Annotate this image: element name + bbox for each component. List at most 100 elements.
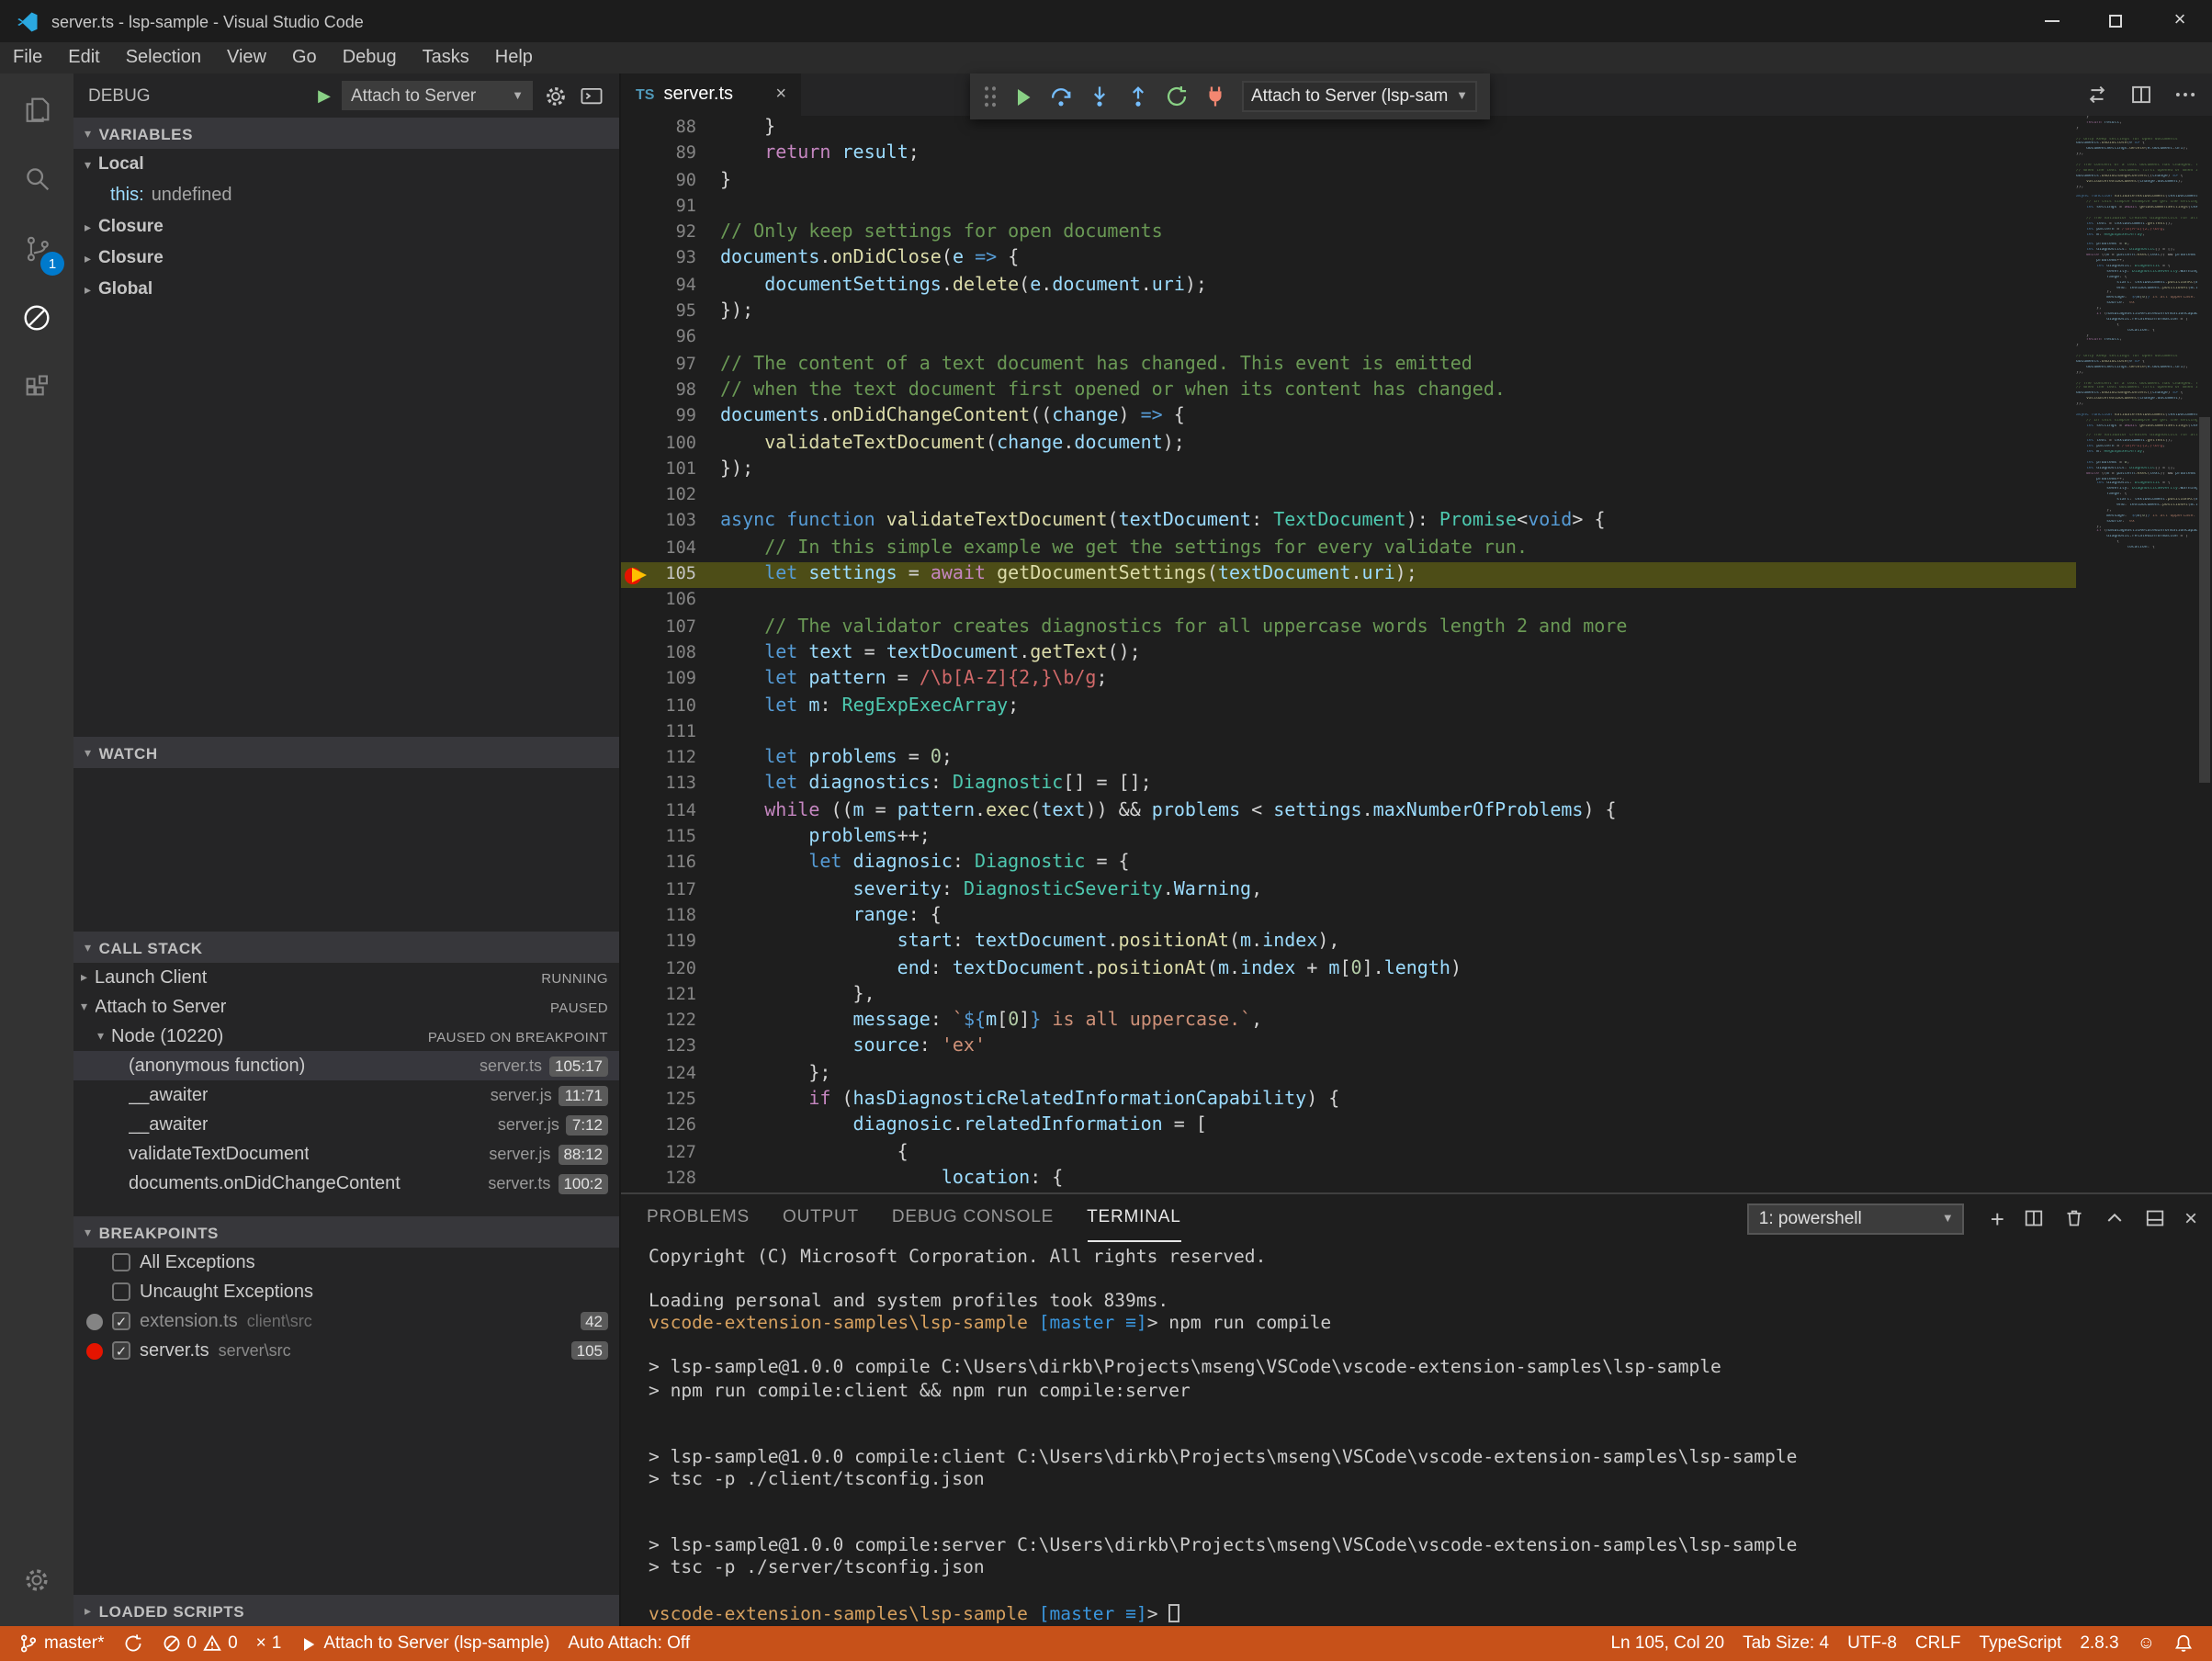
variable-scope-row[interactable]: ▸ Global — [73, 274, 619, 305]
debug-settings-gear-icon[interactable] — [544, 84, 568, 107]
breakpoint-checkbox[interactable] — [112, 1282, 130, 1301]
sync-status[interactable] — [113, 1626, 152, 1661]
code-line[interactable]: 107 // The validator creates diagnostics… — [621, 615, 2076, 641]
breakpoint-checkbox[interactable]: ✓ — [112, 1341, 130, 1360]
code-line[interactable]: 104 // In this simple example we get the… — [621, 537, 2076, 563]
scrollbar-thumb[interactable] — [2199, 417, 2210, 784]
extensions-icon[interactable] — [0, 353, 73, 423]
maximize-panel-icon[interactable] — [2104, 1207, 2126, 1229]
code-line[interactable]: 110 let m: RegExpExecArray; — [621, 694, 2076, 720]
panel-tab-terminal[interactable]: TERMINAL — [1087, 1194, 1181, 1242]
code-line[interactable]: 121 }, — [621, 983, 2076, 1010]
breakpoint-row[interactable]: ✓ server.ts server\src 105 — [73, 1336, 619, 1365]
more-actions-icon[interactable] — [2173, 83, 2197, 107]
panel-tab-problems[interactable]: PROBLEMS — [647, 1194, 750, 1242]
menu-item-debug[interactable]: Debug — [330, 42, 410, 73]
new-terminal-icon[interactable]: + — [1991, 1206, 2004, 1230]
terminal-output[interactable]: Copyright (C) Microsoft Corporation. All… — [621, 1242, 2212, 1626]
code-line[interactable]: 93 documents.onDidClose(e => { — [621, 247, 2076, 274]
code-line[interactable]: 123 source: 'ex' — [621, 1035, 2076, 1062]
code-line[interactable]: 112 let problems = 0; — [621, 746, 2076, 773]
restart-button[interactable] — [1165, 85, 1189, 108]
code-line[interactable]: 99 documents.onDidChangeContent((change) … — [621, 405, 2076, 432]
code-line[interactable]: 111 — [621, 720, 2076, 747]
code-line[interactable]: 113 let diagnostics: Diagnostic[] = []; — [621, 773, 2076, 799]
callstack-row[interactable]: ▾ Node (10220) PAUSED ON BREAKPOINT — [73, 1022, 619, 1051]
code-line[interactable]: 101}); — [621, 458, 2076, 484]
code-line[interactable]: 88 } — [621, 116, 2076, 142]
menu-item-view[interactable]: View — [214, 42, 279, 73]
code-line[interactable]: 108 let text = textDocument.getText(); — [621, 641, 2076, 668]
tab-close-icon[interactable]: × — [775, 85, 786, 105]
close-button[interactable]: × — [2148, 0, 2212, 42]
code-editor[interactable]: 88 } 89 return result; 90} 91 92// Only keep… — [621, 116, 2212, 1192]
panel-layout-icon[interactable] — [2144, 1207, 2166, 1229]
menu-item-help[interactable]: Help — [482, 42, 546, 73]
menu-item-edit[interactable]: Edit — [55, 42, 112, 73]
code-line[interactable]: 114 while ((m = pattern.exec(text)) && p… — [621, 798, 2076, 825]
code-line[interactable]: 103 async function validateTextDocument(t… — [621, 510, 2076, 537]
debug-console-icon[interactable] — [579, 84, 604, 107]
editor-scrollbar[interactable] — [2197, 116, 2212, 1192]
menu-item-tasks[interactable]: Tasks — [410, 42, 482, 73]
close-panel-icon[interactable]: × — [2184, 1207, 2197, 1229]
debug-icon[interactable] — [0, 283, 73, 353]
code-line[interactable]: 115 problems++; — [621, 825, 2076, 852]
code-line[interactable]: 117 severity: DiagnosticSeverity.Warning… — [621, 877, 2076, 904]
callstack-row[interactable]: (anonymous function) server.ts 105:17 — [73, 1051, 619, 1080]
code-line[interactable]: 118 range: { — [621, 904, 2076, 931]
close-count-status[interactable]: × 1 — [247, 1626, 291, 1661]
problems-status[interactable]: 0 0 — [152, 1626, 246, 1661]
eol-status[interactable]: CRLF — [1906, 1626, 1970, 1661]
code-line[interactable]: 106 — [621, 589, 2076, 616]
code-line[interactable]: 96 — [621, 326, 2076, 353]
language-mode-status[interactable]: TypeScript — [1970, 1626, 2071, 1661]
minimap[interactable]: } return result;}// Only keep settings f… — [2076, 116, 2197, 1192]
start-debugging-icon[interactable]: ▶ — [318, 85, 331, 106]
encoding-status[interactable]: UTF-8 — [1838, 1626, 1906, 1661]
kill-terminal-trash-icon[interactable] — [2063, 1207, 2085, 1229]
menu-item-go[interactable]: Go — [279, 42, 330, 73]
tab-server-ts[interactable]: TS server.ts × — [621, 73, 801, 116]
step-out-button[interactable] — [1126, 85, 1150, 108]
maximize-button[interactable] — [2083, 0, 2148, 42]
breakpoint-checkbox[interactable] — [112, 1253, 130, 1271]
terminal-instance-dropdown[interactable]: 1: powershell ▼ — [1747, 1203, 1965, 1234]
code-line[interactable]: 119 start: textDocument.positionAt(m.ind… — [621, 930, 2076, 956]
split-terminal-icon[interactable] — [2023, 1207, 2045, 1229]
code-line[interactable]: 102 — [621, 483, 2076, 510]
watch-section-header[interactable]: ▾ WATCH — [73, 737, 619, 768]
code-line[interactable]: 98 // when the text document first opened… — [621, 379, 2076, 405]
explorer-icon[interactable] — [0, 73, 73, 143]
breakpoint-checkbox[interactable]: ✓ — [112, 1312, 130, 1330]
callstack-row[interactable]: __awaiter server.js 7:12 — [73, 1110, 619, 1139]
variable-row[interactable]: this: undefined — [73, 180, 619, 211]
breakpoint-row[interactable]: ✓ extension.ts client\src 42 — [73, 1306, 619, 1336]
cursor-position-status[interactable]: Ln 105, Col 20 — [1601, 1626, 1733, 1661]
search-icon[interactable] — [0, 143, 73, 213]
code-line[interactable]: 92 // Only keep settings for open documen… — [621, 220, 2076, 247]
variable-scope-row[interactable]: ▸ Closure — [73, 211, 619, 243]
split-editor-icon[interactable] — [2129, 83, 2153, 107]
git-branch-status[interactable]: master* — [9, 1626, 113, 1661]
variable-scope-row[interactable]: ▾ Local — [73, 149, 619, 180]
disconnect-button[interactable] — [1203, 85, 1227, 108]
code-line[interactable]: 122 message: `${m[0]} is all uppercase.`… — [621, 1009, 2076, 1035]
code-line[interactable]: 90} — [621, 168, 2076, 195]
code-line[interactable]: 89 return result; — [621, 142, 2076, 169]
variables-section-header[interactable]: ▾ VARIABLES — [73, 118, 619, 149]
step-over-button[interactable] — [1049, 85, 1073, 108]
typescript-version-status[interactable]: 2.8.3 — [2071, 1626, 2127, 1661]
callstack-row[interactable]: ▾ Attach to Server PAUSED — [73, 992, 619, 1022]
callstack-row[interactable]: validateTextDocument server.js 88:12 — [73, 1139, 619, 1169]
variable-scope-row[interactable]: ▸ Closure — [73, 243, 619, 274]
feedback-status[interactable]: ☺ — [2128, 1626, 2164, 1661]
auto-attach-status[interactable]: Auto Attach: Off — [559, 1626, 699, 1661]
minimize-button[interactable] — [2019, 0, 2083, 42]
indentation-status[interactable]: Tab Size: 4 — [1733, 1626, 1838, 1661]
panel-tab-output[interactable]: OUTPUT — [783, 1194, 859, 1242]
code-line[interactable]: 91 — [621, 195, 2076, 221]
code-line[interactable]: 105 let settings = await getDocumentSett… — [621, 562, 2076, 589]
code-line[interactable]: 120 end: textDocument.positionAt(m.index… — [621, 956, 2076, 983]
callstack-row[interactable]: documents.onDidChangeContent server.ts 100… — [73, 1169, 619, 1198]
